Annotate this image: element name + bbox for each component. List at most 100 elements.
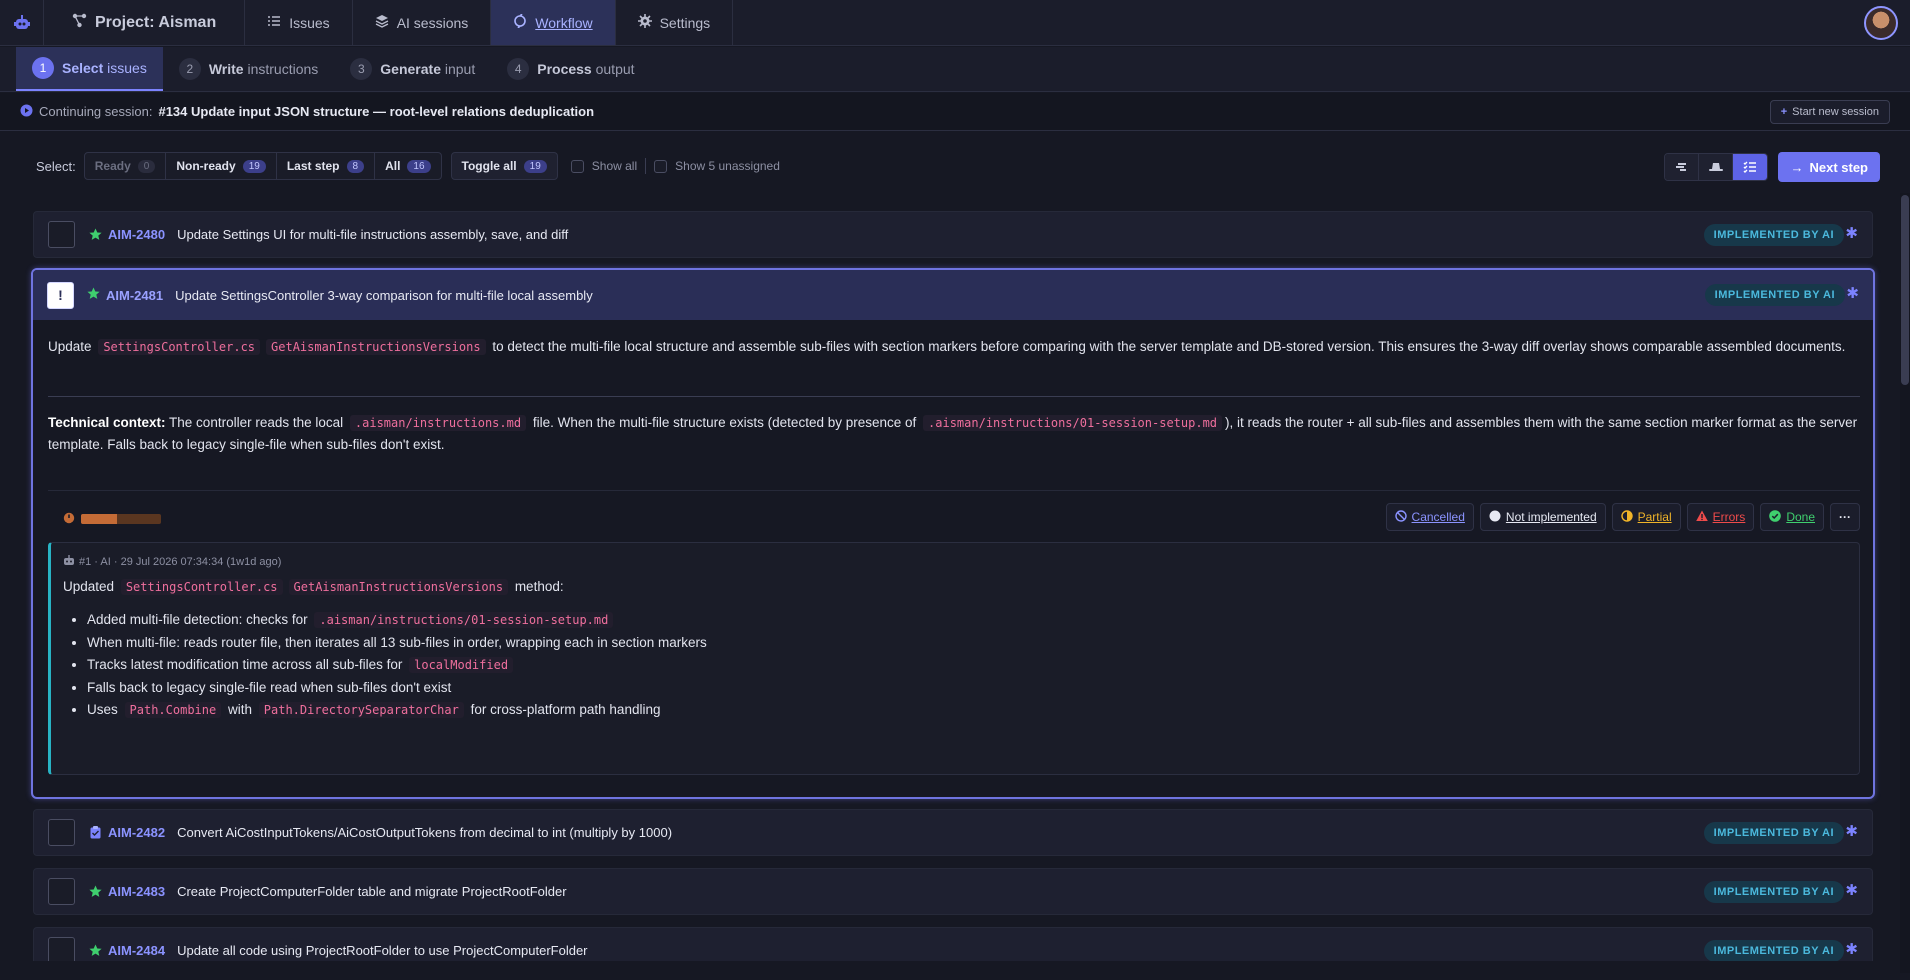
- count-badge: 8: [346, 159, 365, 173]
- step-number: 4: [507, 58, 530, 80]
- cancelled-button[interactable]: Cancelled: [1385, 503, 1474, 531]
- inline-code: Path.Combine: [124, 702, 222, 718]
- errors-button[interactable]: Errors: [1686, 503, 1755, 531]
- filter-ready[interactable]: Ready 0: [85, 153, 167, 179]
- half-circle-icon: [1620, 509, 1633, 525]
- issue-checkbox[interactable]: [48, 819, 75, 846]
- divider: [645, 158, 647, 174]
- issue-checkbox[interactable]: !: [47, 281, 74, 309]
- issue-row-header[interactable]: ! AIM-2481 Update SettingsController 3-w…: [33, 270, 1873, 320]
- nav-settings[interactable]: Settings: [616, 0, 734, 45]
- inline-code: localModified: [409, 657, 514, 673]
- inline-code: .aisman/instructions.md: [349, 415, 527, 431]
- filter-all[interactable]: All 16: [375, 153, 440, 179]
- view-mode-group: [1664, 153, 1769, 181]
- filter-last-step[interactable]: Last step 8: [277, 153, 376, 179]
- issue-key[interactable]: AIM-2483: [108, 884, 165, 899]
- filter-non-ready[interactable]: Non-ready 19: [166, 153, 277, 179]
- star-icon: [88, 228, 102, 241]
- issue-title: Create ProjectComputerFolder table and m…: [177, 884, 567, 899]
- more-icon: ···: [1839, 510, 1851, 524]
- play-icon: [20, 104, 33, 120]
- ai-comment: #1 · AI · 29 Jul 2026 07:34:34 (1w1d ago…: [48, 542, 1860, 775]
- step-number: 3: [350, 58, 373, 80]
- list-item: Tracks latest modification time across a…: [87, 654, 707, 677]
- issue-checkbox[interactable]: [48, 937, 75, 964]
- robot-icon: [63, 555, 75, 569]
- inline-code: .aisman/instructions/01-session-setup.md: [923, 415, 1223, 431]
- issue-key[interactable]: AIM-2484: [108, 943, 165, 958]
- nav-issues[interactable]: Issues: [245, 0, 353, 45]
- issue-row[interactable]: AIM-2480 Update Settings UI for multi-fi…: [33, 211, 1873, 258]
- app-logo-icon[interactable]: [0, 0, 44, 45]
- show-unassigned-checkbox[interactable]: Show 5 unassigned: [654, 159, 780, 173]
- check-icon: [1769, 509, 1782, 525]
- not-implemented-button[interactable]: Not implemented: [1479, 503, 1606, 531]
- start-new-session-button[interactable]: + Start new session: [1769, 100, 1890, 124]
- circle-icon: [1489, 510, 1501, 525]
- star-icon: [87, 287, 100, 303]
- workflow-steps: 1 Select issues 2 Write instructions 3 G…: [0, 47, 1910, 92]
- checklist-icon[interactable]: [1733, 154, 1768, 180]
- filter-segment-group: Ready 0 Non-ready 19 Last step 8 All 16: [83, 152, 442, 180]
- count-badge: 19: [242, 159, 266, 173]
- count-badge: 16: [407, 159, 431, 173]
- status-badge: IMPLEMENTED BY AI: [1703, 881, 1844, 903]
- star-icon: [88, 885, 102, 898]
- partial-button[interactable]: Partial: [1611, 503, 1681, 531]
- nav-issues-label: Issues: [289, 14, 330, 31]
- asterisk-icon: ✱: [1845, 882, 1858, 899]
- issue-key[interactable]: AIM-2482: [108, 825, 165, 840]
- status-badge: IMPLEMENTED BY AI: [1703, 224, 1844, 246]
- issue-checkbox[interactable]: [48, 221, 75, 248]
- show-all-checkbox[interactable]: Show all: [570, 159, 637, 173]
- asterisk-icon: ✱: [1845, 941, 1858, 958]
- toggle-all-button[interactable]: Toggle all 19: [450, 152, 558, 180]
- select-label: Select:: [36, 158, 76, 174]
- expanded-issue-card: ! AIM-2481 Update SettingsController 3-w…: [31, 268, 1875, 799]
- nav-workflow[interactable]: Workflow: [491, 0, 616, 45]
- hat-icon[interactable]: [1699, 154, 1734, 180]
- count-badge: 0: [137, 159, 156, 173]
- step-process-output[interactable]: 4 Process output: [491, 47, 650, 91]
- count-badge: 19: [523, 159, 547, 173]
- issue-checkbox[interactable]: [48, 878, 75, 905]
- inline-code: GetAismanInstructionsVersions: [288, 579, 509, 595]
- divider: [48, 490, 1860, 491]
- next-step-button[interactable]: → Next step: [1778, 152, 1880, 182]
- issue-row[interactable]: AIM-2482 Convert AiCostInputTokens/AiCos…: [33, 809, 1873, 856]
- list-icon: [267, 14, 281, 31]
- checkbox-box[interactable]: [570, 159, 584, 173]
- layers-icon: [375, 14, 389, 31]
- user-avatar[interactable]: [1864, 6, 1898, 40]
- project-icon: [72, 13, 87, 33]
- step-write-instructions[interactable]: 2 Write instructions: [163, 47, 334, 91]
- step-select-issues[interactable]: 1 Select issues: [16, 47, 163, 91]
- session-bar: Continuing session: #134 Update input JS…: [0, 93, 1910, 131]
- workflow-icon: [513, 13, 527, 31]
- comment-list: Added multi-file detection: checks for .…: [87, 609, 707, 722]
- done-button[interactable]: Done: [1760, 503, 1824, 531]
- project-selector[interactable]: Project: Aisman: [44, 0, 246, 45]
- status-button-group: Cancelled Not implemented Partial Errors…: [1385, 503, 1860, 531]
- status-badge: IMPLEMENTED BY AI: [1703, 940, 1844, 962]
- issue-key[interactable]: AIM-2481: [106, 288, 163, 303]
- more-button[interactable]: ···: [1830, 503, 1860, 531]
- inline-code: GetAismanInstructionsVersions: [266, 339, 486, 355]
- checkbox-box[interactable]: [654, 159, 668, 173]
- inline-code: SettingsController.cs: [120, 579, 283, 595]
- nav-ai-sessions-label: AI sessions: [396, 14, 469, 31]
- step-number: 1: [32, 57, 54, 79]
- list-item: When multi-file: reads router file, then…: [87, 632, 707, 655]
- scrollbar-thumb[interactable]: [1901, 195, 1909, 385]
- step-generate-input[interactable]: 3 Generate input: [334, 47, 491, 91]
- issue-title: Update SettingsController 3-way comparis…: [175, 287, 593, 303]
- status-actions: Cancelled Not implemented Partial Errors…: [48, 503, 1860, 531]
- nav-ai-sessions[interactable]: AI sessions: [353, 0, 492, 45]
- issue-row[interactable]: AIM-2483 Create ProjectComputerFolder ta…: [33, 868, 1873, 915]
- issue-key[interactable]: AIM-2480: [108, 227, 165, 242]
- next-step-label: Next step: [1809, 159, 1868, 175]
- scrollbar[interactable]: [1900, 193, 1910, 973]
- cancel-icon: [1394, 509, 1407, 525]
- hand-icon[interactable]: [1665, 154, 1700, 180]
